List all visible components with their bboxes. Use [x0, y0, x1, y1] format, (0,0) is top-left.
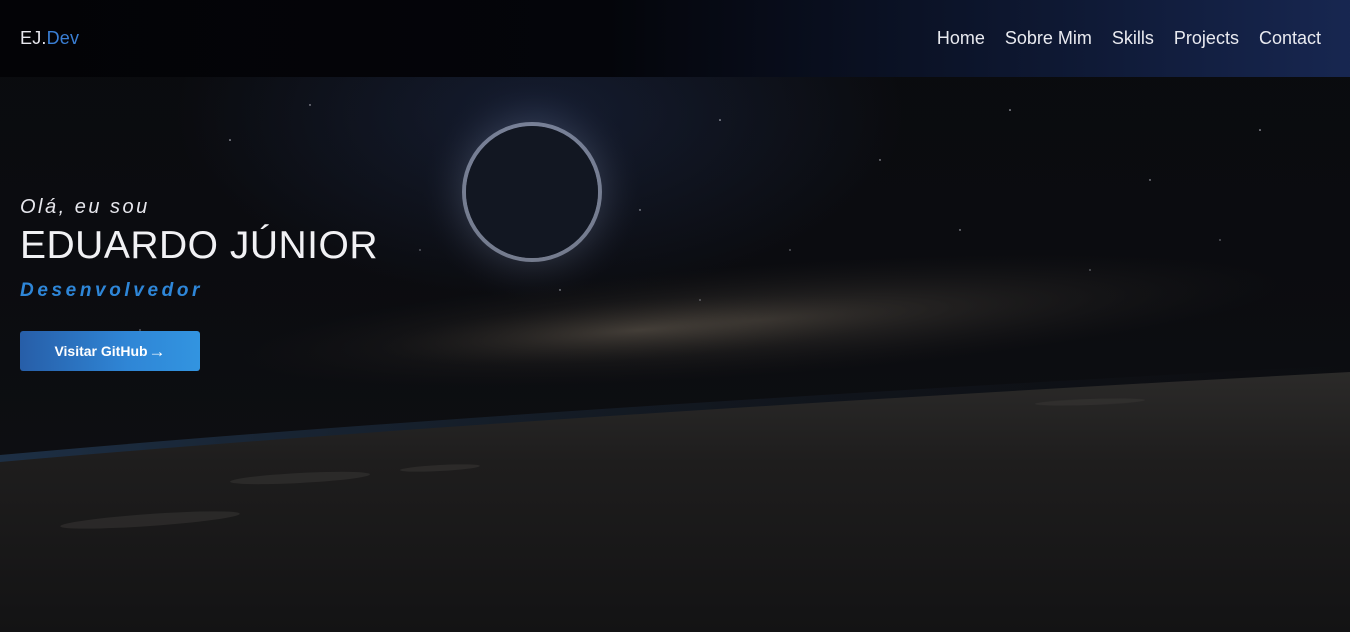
visit-github-button[interactable]: Visitar GitHub →: [20, 331, 200, 371]
navbar: EJ.Dev Home Sobre Mim Skills Projects Co…: [0, 0, 1350, 77]
nav-link-skills[interactable]: Skills: [1112, 28, 1154, 49]
hero-name: EDUARDO JÚNIOR: [20, 224, 379, 267]
logo-accent: Dev: [46, 28, 80, 48]
arrow-right-icon: →: [148, 341, 166, 361]
eclipse-icon: [466, 126, 598, 258]
hero-content: Olá, eu sou EDUARDO JÚNIOR Desenvolvedor…: [20, 196, 378, 371]
hero-role: Desenvolvedor: [20, 280, 204, 301]
nav-link-home[interactable]: Home: [937, 28, 985, 49]
visit-github-label: Visitar GitHub: [54, 343, 148, 359]
nav-links: Home Sobre Mim Skills Projects Contact: [937, 28, 1321, 49]
nav-link-contact[interactable]: Contact: [1259, 28, 1321, 49]
logo-main: EJ.: [20, 28, 47, 48]
logo[interactable]: EJ.Dev: [20, 28, 79, 49]
hero-section: EJ.Dev Home Sobre Mim Skills Projects Co…: [0, 0, 1350, 632]
nav-link-sobre-mim[interactable]: Sobre Mim: [1005, 28, 1092, 49]
hero-greeting: Olá, eu sou: [20, 196, 150, 218]
nav-link-projects[interactable]: Projects: [1174, 28, 1239, 49]
